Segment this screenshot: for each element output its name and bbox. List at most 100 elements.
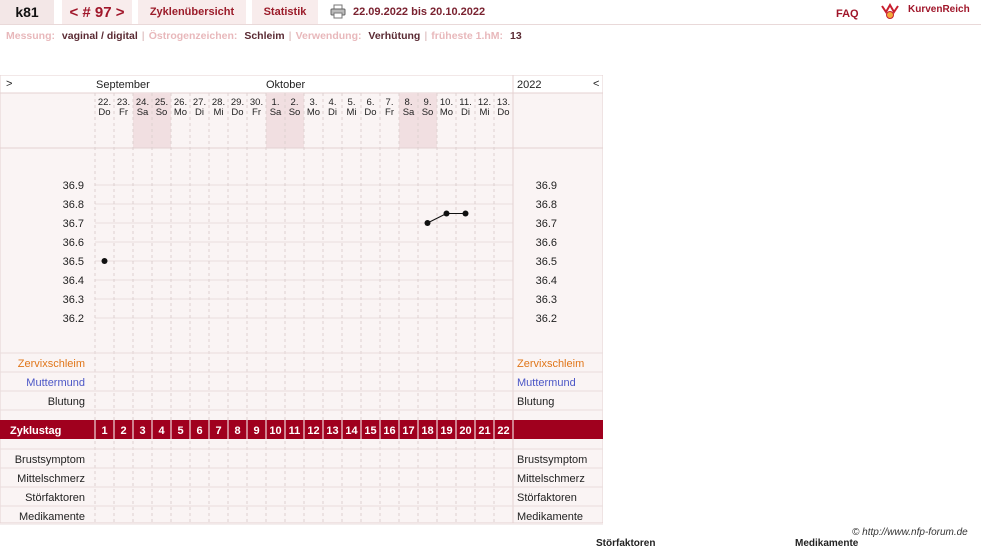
cycle-day-number: 16 [383, 425, 395, 437]
temp-point [462, 210, 469, 217]
day-weekday-label: Fr [385, 107, 394, 118]
day-weekday-label: Di [461, 107, 470, 118]
day-weekday-label: So [156, 107, 168, 118]
day-weekday-label: Di [195, 107, 204, 118]
cycle-day-number: 12 [307, 425, 319, 437]
row-label-left: Mittelschmerz [17, 473, 85, 485]
copyright-text: © http://www.nfp-forum.de [852, 527, 968, 538]
month-label-oktober: Oktober [266, 79, 305, 91]
date-range: 22.09.2022 bis 20.10.2022 [353, 6, 486, 18]
temp-tick-left: 36.4 [63, 275, 84, 287]
temp-tick-left: 36.5 [63, 256, 84, 268]
cycle-day-number: 20 [459, 425, 471, 437]
row-label-right: Medikamente [517, 511, 583, 523]
row-label-right: Brustsymptom [517, 454, 587, 466]
year-label: 2022 [517, 79, 541, 91]
meta-label: Verwendung: [295, 30, 365, 42]
day-weekday-label: Sa [270, 107, 282, 118]
day-weekday-label: Do [98, 107, 110, 118]
cycle-day-number: 10 [269, 425, 281, 437]
day-weekday-label: Mi [213, 107, 223, 118]
row-label-left: Medikamente [19, 511, 85, 523]
kurvenreich-logo-icon[interactable] [880, 2, 900, 20]
cycle-day-number: 22 [497, 425, 509, 437]
meta-value: Schleim [244, 30, 285, 42]
statistics-tab[interactable]: Statistik [252, 0, 318, 24]
cycle-day-number: 8 [234, 425, 240, 437]
day-weekday-label: Fr [252, 107, 261, 118]
cycle-day-number: 19 [440, 425, 452, 437]
month-label-september: September [96, 79, 150, 91]
chart-prev-arrow: > [6, 78, 12, 90]
meta-separator: | [288, 30, 292, 42]
temp-tick-left: 36.9 [63, 180, 84, 192]
cycle-day-number: 21 [478, 425, 490, 437]
cycle-day-number: 18 [421, 425, 433, 437]
day-weekday-label: Mo [174, 107, 187, 118]
cycle-meta-line: Messung: vaginal / digital | Östrogenzeich… [6, 30, 522, 42]
row-label-left: Brustsymptom [15, 454, 85, 466]
day-weekday-label: Fr [119, 107, 128, 118]
temp-tick-right: 36.5 [536, 256, 557, 268]
cycle-day-number: 13 [326, 425, 338, 437]
temp-tick-right: 36.3 [536, 294, 557, 306]
day-weekday-label: So [422, 107, 434, 118]
cycle-overview-tab[interactable]: Zyklenübersicht [138, 0, 246, 24]
user-button[interactable]: k81 [0, 0, 54, 24]
temp-tick-left: 36.8 [63, 199, 84, 211]
day-weekday-label: Mo [307, 107, 320, 118]
day-weekday-label: Sa [403, 107, 415, 118]
temp-tick-right: 36.4 [536, 275, 557, 287]
cycle-day-number: 1 [101, 425, 107, 437]
row-label-right: Muttermund [517, 377, 576, 389]
day-weekday-label: Mo [440, 107, 453, 118]
meta-separator: | [141, 30, 145, 42]
row-label-left: Zervixschleim [18, 358, 85, 370]
day-weekday-label: Sa [137, 107, 149, 118]
row-label-left: Muttermund [26, 377, 85, 389]
cycle-day-number: 7 [215, 425, 221, 437]
cycle-day-number: 3 [139, 425, 145, 437]
meta-label: Östrogenzeichen: [148, 30, 241, 42]
day-weekday-label: Do [364, 107, 376, 118]
meta-value: vaginal / digital [61, 30, 138, 42]
row-label-right: Blutung [517, 396, 554, 408]
chart-next-arrow: < [593, 78, 599, 90]
temp-tick-left: 36.6 [63, 237, 84, 249]
cycle-chart: > September Oktober 2022 <22.Do23.Fr24.Sa25.… [0, 75, 603, 525]
temp-tick-left: 36.7 [63, 218, 84, 230]
temp-tick-right: 36.6 [536, 237, 557, 249]
temp-tick-left: 36.3 [63, 294, 84, 306]
cycle-day-number: 4 [158, 425, 165, 437]
temp-tick-right: 36.2 [536, 313, 557, 325]
temp-tick-right: 36.8 [536, 199, 557, 211]
day-weekday-label: Do [231, 107, 243, 118]
row-label-left: Störfaktoren [25, 492, 85, 504]
row-label-right: Zervixschleim [517, 358, 584, 370]
day-weekday-label: Di [328, 107, 337, 118]
day-weekday-label: Mi [346, 107, 356, 118]
cycle-day-number: 11 [289, 425, 301, 437]
cycle-day-number: 14 [345, 425, 358, 437]
cycle-day-number: 17 [402, 425, 414, 437]
temp-tick-right: 36.9 [536, 180, 557, 192]
meta-value: 13 [509, 30, 522, 42]
day-weekday-label: Do [497, 107, 509, 118]
cycle-number-nav[interactable]: < # 97 > [62, 0, 132, 24]
meta-label: früheste 1.hM: [431, 30, 506, 42]
row-label-right: Störfaktoren [517, 492, 577, 504]
temp-tick-right: 36.7 [536, 218, 557, 230]
meta-label: Messung: [6, 30, 58, 42]
temp-point [443, 210, 450, 217]
cycle-day-number: 5 [177, 425, 183, 437]
printer-icon[interactable] [330, 4, 346, 19]
top-bar: k81 < # 97 > Zyklenübersicht Statistik 2… [0, 0, 981, 25]
logo-text[interactable]: KurvenReich [908, 4, 970, 15]
cycle-day-number: 2 [120, 425, 126, 437]
day-weekday-label: So [289, 107, 301, 118]
row-label-right: Mittelschmerz [517, 473, 585, 485]
cycle-day-number: 9 [253, 425, 259, 437]
temp-point [424, 220, 431, 226]
temp-tick-left: 36.2 [63, 313, 84, 325]
faq-link[interactable]: FAQ [836, 8, 859, 20]
